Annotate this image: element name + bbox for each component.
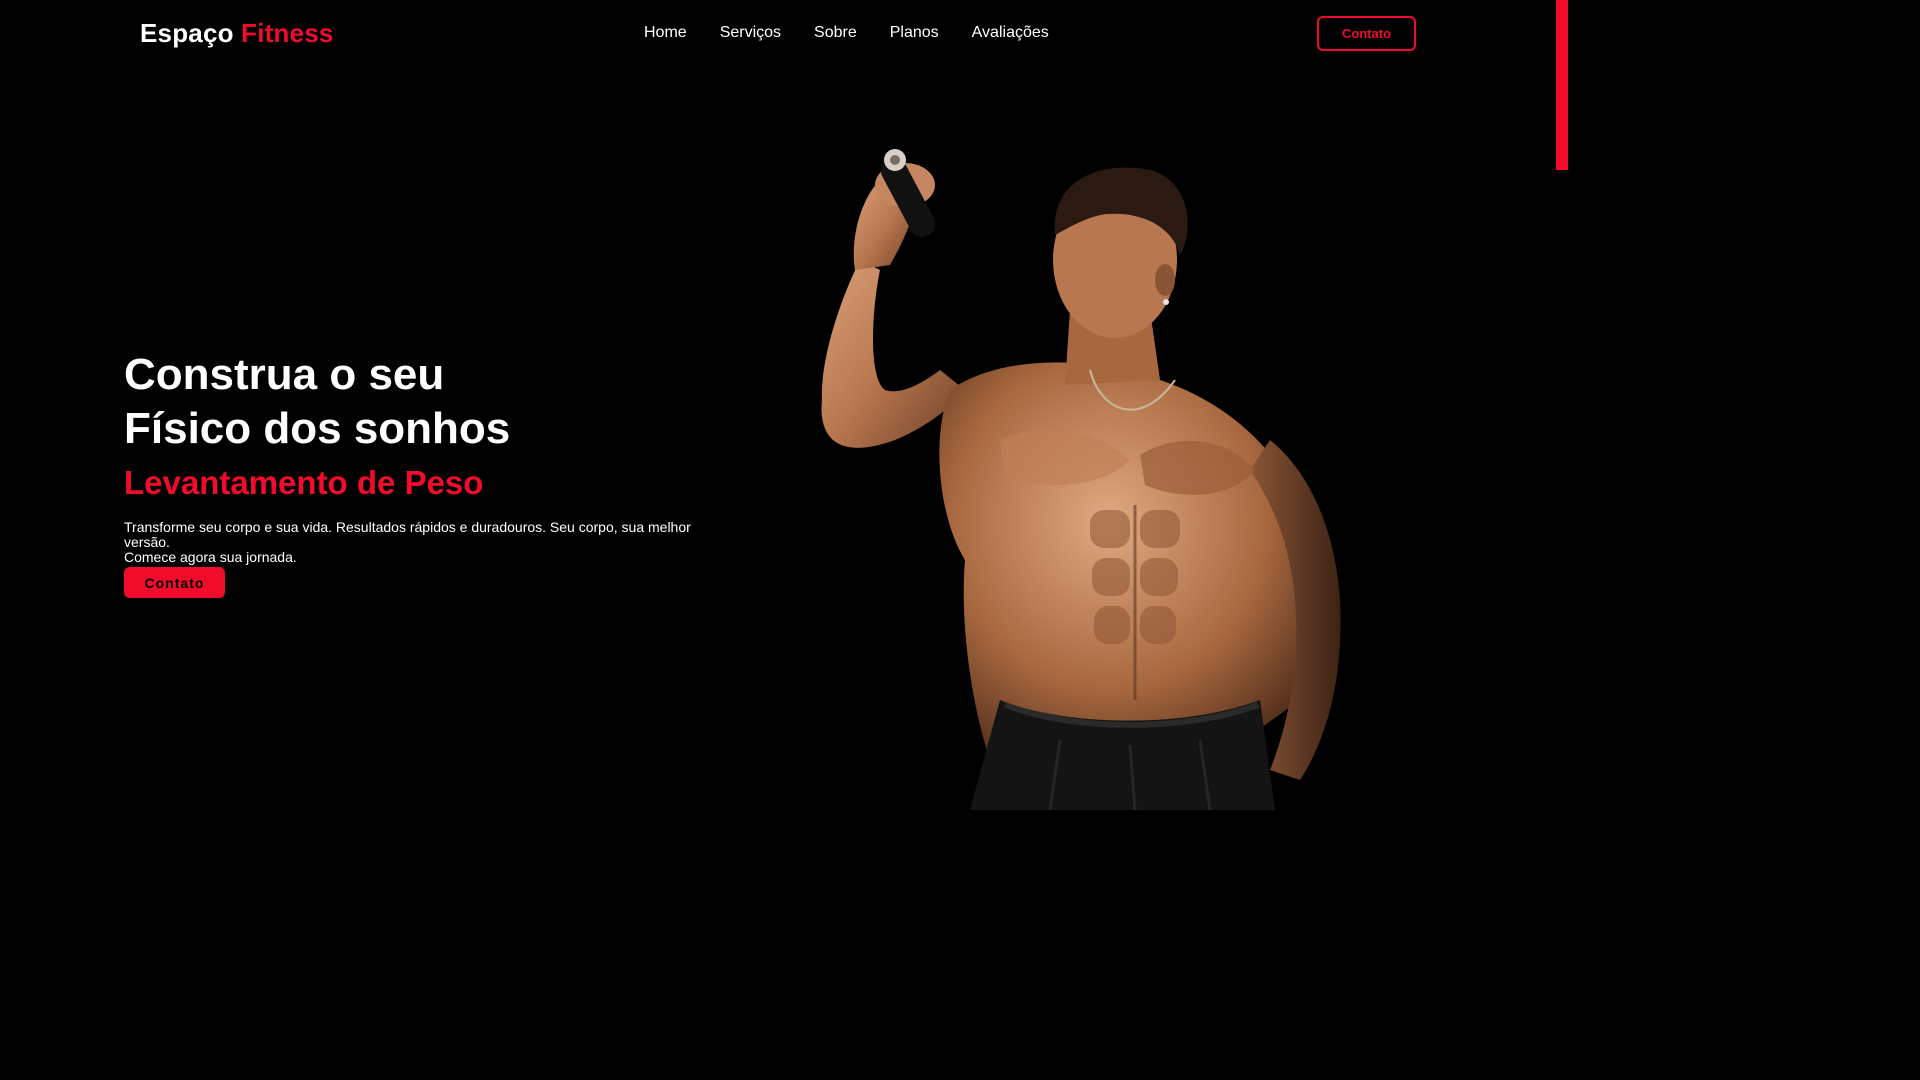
header-contact-button[interactable]: Contato: [1317, 16, 1416, 51]
athlete-image: [821, 149, 1341, 810]
scrollbar-thumb[interactable]: [1556, 0, 1568, 170]
nav-item-sobre[interactable]: Sobre: [814, 24, 857, 42]
nav-item-servicos[interactable]: Serviços: [720, 24, 781, 42]
hero-contact-button[interactable]: Contato: [124, 567, 225, 598]
nav-item-avaliacoes[interactable]: Avaliações: [972, 24, 1049, 42]
brand-name-part1: Espaço: [140, 18, 234, 48]
scrollbar-track[interactable]: [1556, 0, 1568, 882]
brand-logo[interactable]: Espaço Fitness: [140, 18, 334, 49]
hero-description-line1: Transforme seu corpo e sua vida. Resulta…: [124, 519, 691, 550]
hero-title: Construa o seu Físico dos sonhos: [124, 348, 510, 456]
brand-name-part2: Fitness: [241, 18, 334, 48]
hero-title-line2: Físico dos sonhos: [124, 404, 511, 453]
page: Espaço Fitness Home Serviços Sobre Plano…: [0, 0, 1568, 882]
hero-description-line2: Comece agora sua jornada.: [124, 549, 297, 565]
hero-description: Transforme seu corpo e sua vida. Resulta…: [124, 520, 724, 565]
main-nav: Home Serviços Sobre Planos Avaliações: [644, 24, 1049, 42]
hero-subtitle: Levantamento de Peso: [124, 464, 484, 501]
hero-title-line1: Construa o seu: [124, 350, 445, 399]
nav-item-planos[interactable]: Planos: [890, 24, 939, 42]
nav-item-home[interactable]: Home: [644, 24, 687, 42]
